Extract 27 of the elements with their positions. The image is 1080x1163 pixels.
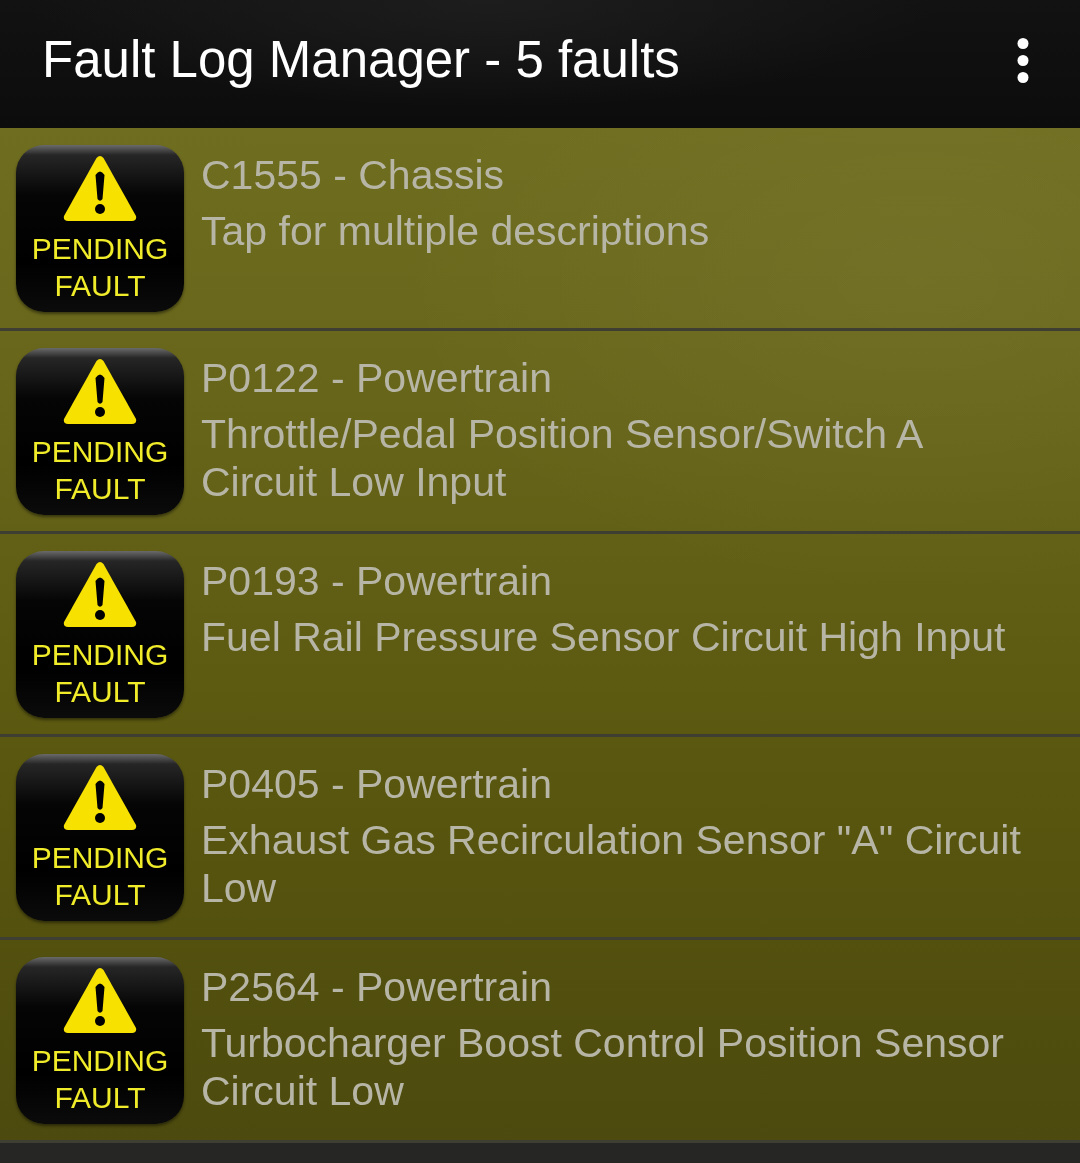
fault-description: Throttle/Pedal Position Sensor/Switch A Circuit Low Input xyxy=(201,410,923,506)
badge-label: PENDING FAULT xyxy=(30,637,170,710)
warning-triangle-icon xyxy=(63,155,137,221)
warning-triangle-icon xyxy=(63,967,137,1033)
fault-list-item[interactable]: PENDING FAULT C1555 - Chassis Tap for multiple descriptions xyxy=(0,128,1080,331)
fault-description: Exhaust Gas Recirculation Sensor "A" Circuit Low xyxy=(201,816,1022,912)
fault-description: Fuel Rail Pressure Sensor Circuit High Input xyxy=(201,613,1007,661)
fault-description: Turbocharger Boost Control Position Sensor Circuit Low xyxy=(201,1019,1005,1115)
fault-list-item[interactable]: PENDING FAULT P0193 - Powertrain Fuel Rail Pressure Sensor Circuit High Input xyxy=(0,534,1080,737)
fault-code-title: P2564 - Powertrain xyxy=(201,963,553,1011)
more-options-icon xyxy=(1017,37,1029,83)
warning-triangle-icon xyxy=(63,561,137,627)
warning-triangle-icon xyxy=(63,358,137,424)
fault-code-title: C1555 - Chassis xyxy=(201,151,506,199)
badge-label: PENDING FAULT xyxy=(30,840,170,913)
badge-label: PENDING FAULT xyxy=(30,1043,170,1116)
badge-label: PENDING FAULT xyxy=(30,231,170,304)
fault-code-title: P0193 - Powertrain xyxy=(201,557,553,605)
warning-triangle-icon xyxy=(63,764,137,830)
fault-list-item[interactable]: PENDING FAULT P0405 - Powertrain Exhaust Gas Recirculation Sensor "A" Circuit Low xyxy=(0,737,1080,940)
fault-description: Tap for multiple descriptions xyxy=(201,207,711,255)
badge-label: PENDING FAULT xyxy=(30,434,170,507)
fault-list-item[interactable]: PENDING FAULT P2564 - Powertrain Turbocharger Boost Control Position Sensor Circuit Low xyxy=(0,940,1080,1143)
app-title: Fault Log Manager - 5 faults xyxy=(42,30,681,90)
fault-code-title: P0122 - Powertrain xyxy=(201,354,553,402)
fault-list-item[interactable]: PENDING FAULT P0122 - Powertrain Throttle/Pedal Position Sensor/Switch A Circuit Low Input xyxy=(0,331,1080,534)
fault-code-title: P0405 - Powertrain xyxy=(201,760,553,808)
